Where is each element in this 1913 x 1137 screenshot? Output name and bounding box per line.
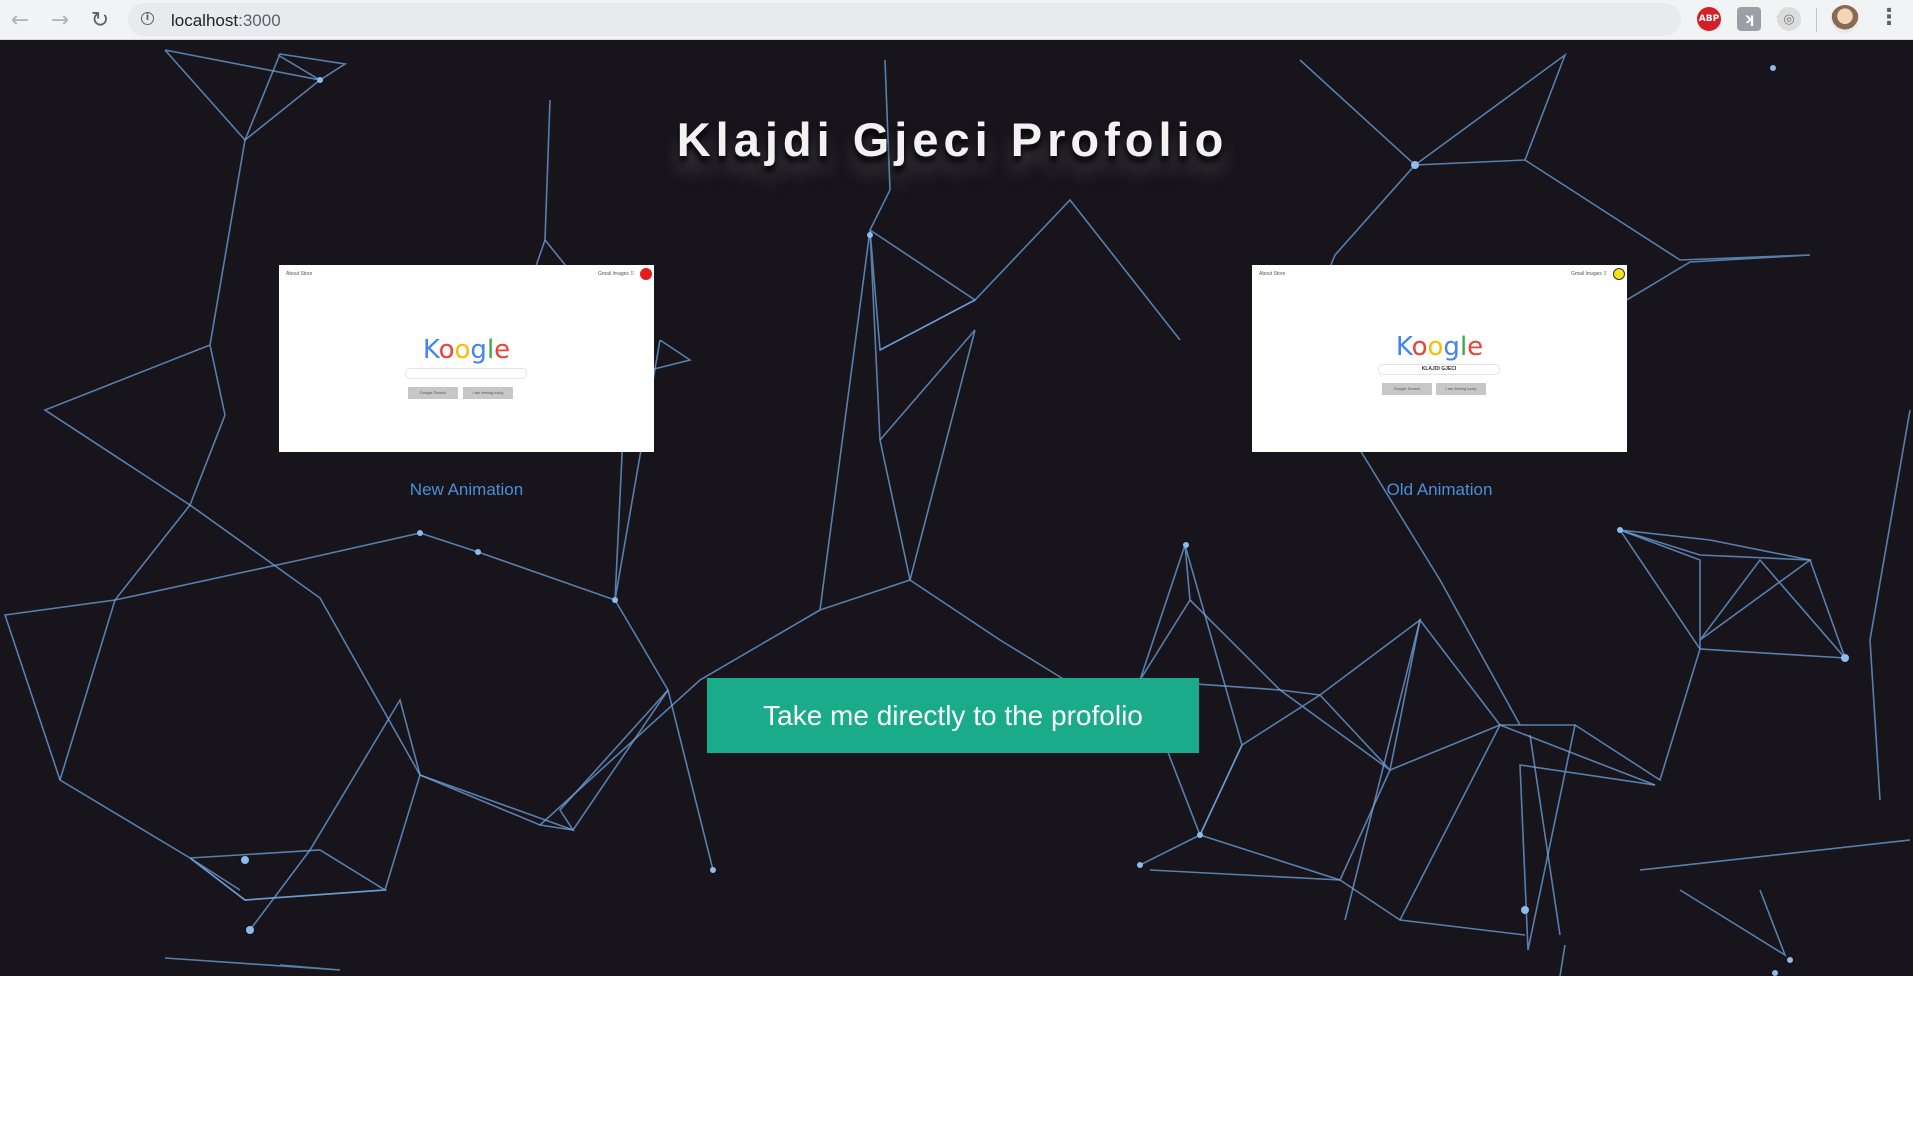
preview-search-box	[405, 368, 527, 379]
adblock-plus-icon[interactable]: ABP	[1697, 7, 1721, 31]
go-to-portfolio-button[interactable]: Take me directly to the profolio	[707, 678, 1199, 753]
preview-nav-left: About Store	[1259, 271, 1286, 277]
old-animation-preview[interactable]: About Store Gmail Images ⠿ Koogle KLAJDI…	[1252, 265, 1627, 452]
extension-icon[interactable]: ʞ	[1737, 7, 1761, 31]
preview-search-button: Google Search	[1382, 383, 1432, 395]
preview-nav-right: Gmail Images ⠿	[598, 271, 634, 277]
toolbar-divider	[1816, 8, 1817, 32]
old-animation-card[interactable]: About Store Gmail Images ⠿ Koogle KLAJDI…	[1252, 265, 1627, 500]
url-host: localhost	[171, 11, 239, 30]
page-title: Klajdi Gjeci Profolio	[676, 113, 1229, 166]
new-animation-card[interactable]: About Store Gmail Images ⠿ Koogle Google…	[279, 265, 654, 500]
old-animation-link[interactable]: Old Animation	[1252, 480, 1627, 500]
info-icon[interactable]: i	[141, 12, 154, 25]
new-animation-preview[interactable]: About Store Gmail Images ⠿ Koogle Google…	[279, 265, 654, 452]
url-port: :3000	[238, 11, 281, 30]
preview-lucky-button: I am feeling lucky	[463, 387, 513, 399]
particle-network-background	[3, 49, 1911, 976]
preview-logo: Koogle	[1395, 332, 1484, 362]
preview-lucky-button: I am feeling lucky	[1436, 383, 1486, 395]
reload-icon[interactable]: ↻	[86, 6, 114, 34]
forward-icon[interactable]: →	[46, 6, 74, 34]
preview-avatar-dot	[640, 268, 652, 280]
preview-avatar-dot	[1613, 268, 1625, 280]
preview-nav-left: About Store	[286, 271, 313, 277]
browser-toolbar: ← → ↻ i localhost:3000 ☆ ABP ʞ ◎ ⋮	[0, 0, 1913, 40]
preview-nav-right: Gmail Images ⠿	[1571, 271, 1607, 277]
preview-search-button: Google Search	[408, 387, 458, 399]
preview-search-box: KLAJDI GJECI	[1378, 364, 1500, 375]
back-icon[interactable]: ←	[6, 6, 34, 34]
new-animation-link[interactable]: New Animation	[279, 480, 654, 500]
url-text[interactable]: localhost:3000	[171, 11, 281, 31]
more-vert-icon[interactable]: ⋮	[1878, 5, 1900, 30]
profile-avatar[interactable]	[1831, 5, 1859, 33]
hero-section: Klajdi Gjeci Profolio About Store Gmail …	[0, 40, 1913, 976]
preview-logo: Koogle	[422, 335, 511, 365]
address-bar[interactable]: i localhost:3000 ☆	[128, 3, 1795, 36]
extension-icon[interactable]: ◎	[1777, 7, 1801, 31]
